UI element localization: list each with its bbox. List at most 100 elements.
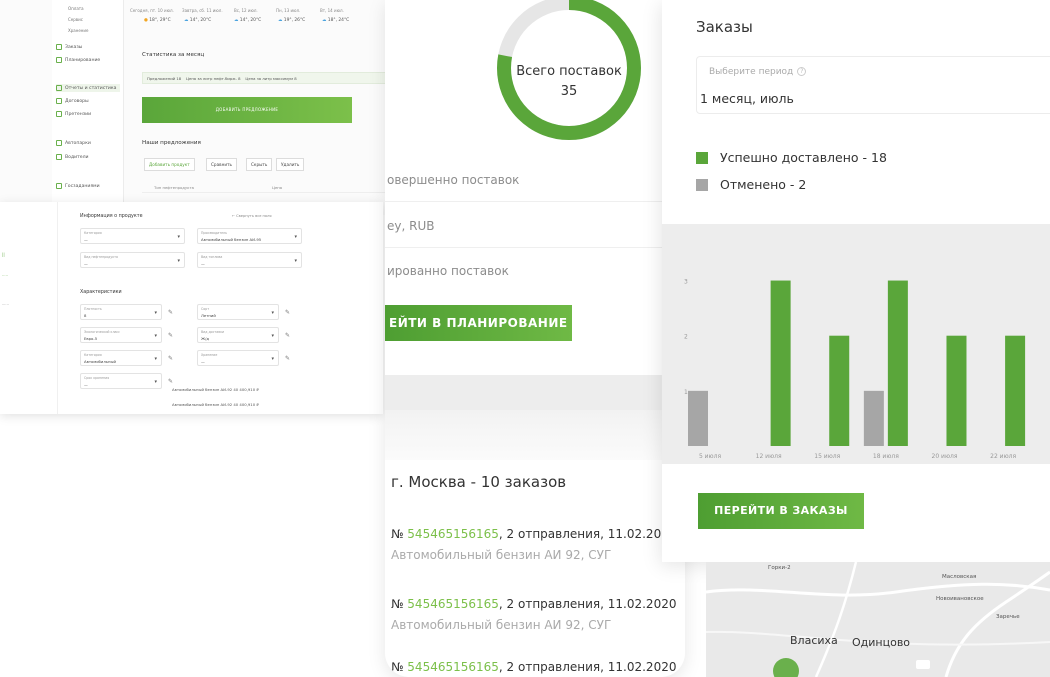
table-header: Тип нефтепродукта Цена (142, 183, 392, 193)
stat-chip: Предложений 18 (147, 76, 182, 81)
order-line[interactable]: № 545465156165, 2 отправления, 11.02.202… (391, 660, 676, 674)
chevron-down-icon: ▾ (177, 258, 180, 264)
cloud-icon: ☁ (234, 18, 239, 23)
period-select[interactable]: Выберите период? 1 месяц, июль (696, 56, 1050, 114)
map[interactable]: Горки-2 Масловская Новоивановское Заречь… (706, 562, 1050, 677)
bar-delivered[interactable] (946, 335, 967, 446)
order-number-link[interactable]: 545465156165 (407, 527, 499, 541)
order-line[interactable]: № 545465156165, 2 отправления, 11.02.202… (391, 597, 676, 611)
deliveries-panel: Всего поставок 35 овершенно поставок еу,… (385, 0, 685, 677)
chevron-down-icon: ▾ (294, 234, 297, 240)
sidebar-item-reports[interactable]: Отчеты и статистика (56, 84, 120, 92)
sidebar-subitem[interactable]: Оплата (68, 6, 84, 11)
dashboard-main: Сегодня, пт. 10 июл. Завтра, сб. 11 июл.… (130, 0, 395, 215)
legend-item-delivered: Успешно доставлено - 18 (696, 150, 887, 165)
fuel-type-select[interactable]: Вид топлива — ▾ (197, 252, 302, 268)
grade-field[interactable]: Сорт Летний ▾ ✎ (197, 304, 290, 320)
chart-area: 1 2 3 5 июля 12 июля 15 июля 18 июля 20 июля 22 … (662, 224, 1050, 464)
chevron-down-icon: ▾ (271, 333, 274, 339)
legend-swatch (696, 151, 708, 164)
orders-icon (56, 44, 62, 50)
table-row[interactable]: Автомобильный бензин АИ-92 40 400,910 ₽ (172, 387, 259, 392)
aside-mark: ..... (2, 272, 9, 277)
chevron-down-icon: ▾ (154, 333, 157, 339)
donut-label: Всего поставок 35 (493, 62, 645, 102)
map-marker[interactable] (773, 658, 799, 677)
chevron-down-icon: ▾ (154, 356, 157, 362)
eco-class-field[interactable]: Экологический класс Евро-5 ▾ ✎ (80, 327, 173, 343)
char-category-field[interactable]: Категория Автомобильный ▾ ✎ (80, 350, 173, 366)
map-label: Масловская (942, 574, 977, 580)
sidebar-item-fleet[interactable]: Автопарки (56, 140, 91, 146)
x-tick-label: 18 июля (873, 453, 899, 460)
weather-day-label: Пн, 13 июл. (276, 8, 301, 13)
sidebar-subitem[interactable]: Сервис (68, 17, 83, 22)
table-row[interactable]: Автомобильный бензин АИ-92 40 400,910 ₽ (172, 402, 259, 407)
period-label: Выберите период? (709, 67, 807, 77)
go-to-planning-button[interactable]: ЕЙТИ В ПЛАНИРОВАНИЕ (385, 305, 572, 341)
sidebar-item-tasks[interactable]: Госзаданиями (56, 183, 100, 189)
tasks-icon (56, 183, 62, 189)
map-city: Одинцово (852, 636, 911, 649)
edit-icon[interactable]: ✎ (285, 355, 290, 362)
add-offer-button[interactable]: ДОБАВИТЬ ПРЕДЛОЖЕНИЕ (142, 97, 352, 123)
bar-cancelled[interactable] (863, 390, 884, 446)
add-product-button[interactable]: Добавить продукт (144, 158, 195, 171)
bar-delivered[interactable] (1005, 335, 1026, 446)
order-line[interactable]: № 545465156165, 2 отправления, 11.02.202… (391, 527, 676, 541)
order-number-link[interactable]: 545465156165 (407, 597, 499, 611)
cloud-icon: ☁ (184, 18, 189, 23)
sidebar-item-contracts[interactable]: Договоры (56, 98, 89, 104)
hide-button[interactable]: Скрыть (246, 158, 273, 171)
planning-icon (56, 57, 62, 63)
edit-icon[interactable]: ✎ (168, 378, 173, 385)
order-product: Автомобильный бензин АИ 92, СУГ (391, 618, 612, 632)
cloud-icon: ☁ (278, 18, 283, 23)
product-card-aside: || ..... ...... (0, 202, 58, 414)
orders-panel: Заказы Выберите период? 1 месяц, июль Ус… (662, 0, 1050, 562)
product-kind-select[interactable]: Вид нефтепродукта — ▾ (80, 252, 185, 268)
donut-total: 35 (560, 84, 578, 99)
column-header: Тип нефтепродукта (154, 185, 195, 190)
period-value: 1 месяц, июль (700, 91, 794, 106)
weather-day-label: Завтра, сб. 11 июл. (182, 8, 223, 13)
sidebar-item-drivers[interactable]: Водители (56, 154, 89, 160)
help-icon[interactable]: ? (797, 67, 807, 76)
go-to-orders-button[interactable]: ПЕРЕЙТИ В ЗАКАЗЫ (698, 493, 864, 529)
map-strip (385, 410, 685, 460)
amount-rub-row: еу, RUB (385, 204, 685, 248)
compare-button[interactable]: Сравнить (206, 158, 237, 171)
delete-button[interactable]: Удалить (276, 158, 305, 171)
legend-swatch (696, 178, 708, 191)
edit-icon[interactable]: ✎ (285, 309, 290, 316)
order-number-link[interactable]: 545465156165 (407, 660, 499, 674)
storage-field[interactable]: Хранение — ▾ ✎ (197, 350, 290, 366)
bar-delivered[interactable] (829, 335, 850, 446)
manufacturer-select[interactable]: Производитель Автомобильный бензин АИ-95 ▾ (197, 228, 302, 244)
edit-icon[interactable]: ✎ (168, 355, 173, 362)
chevron-down-icon: ▾ (177, 234, 180, 240)
driver-icon (56, 154, 62, 160)
sidebar-item-planning[interactable]: Планирование (56, 57, 100, 63)
truck-icon (56, 140, 62, 146)
sidebar-item-claims[interactable]: Претензии (56, 111, 91, 117)
collapse-all-link[interactable]: ← Свернуть все поля (232, 214, 272, 218)
bar-delivered[interactable] (770, 280, 791, 446)
sidebar-item-orders[interactable]: Заказы (56, 44, 82, 50)
category-select[interactable]: Категория — ▾ (80, 228, 185, 244)
edit-icon[interactable]: ✎ (285, 332, 290, 339)
bar-cancelled[interactable] (688, 390, 708, 446)
bar-delivered[interactable] (887, 280, 908, 446)
shelf-life-field[interactable]: Срок хранения — ▾ ✎ (80, 373, 173, 389)
delivery-type-field[interactable]: Вид доставки Ж/д ▾ ✎ (197, 327, 290, 343)
sidebar-subitem[interactable]: Хранение (68, 28, 88, 33)
weather-day-label: Сегодня, пт. 10 июл. (130, 8, 174, 13)
weather-value: ☁ 14°, 20°С (234, 18, 262, 23)
density-field[interactable]: Плотность 8 ▾ ✎ (80, 304, 173, 320)
edit-icon[interactable]: ✎ (168, 332, 173, 339)
weather-day-label: Вт, 14 июл. (320, 8, 344, 13)
orders-title: Заказы (696, 18, 753, 36)
edit-icon[interactable]: ✎ (168, 309, 173, 316)
map-label: Горки-2 (768, 565, 791, 571)
marketing-collage: Оплата Сервис Хранение Заказы Планирован… (0, 0, 1050, 677)
